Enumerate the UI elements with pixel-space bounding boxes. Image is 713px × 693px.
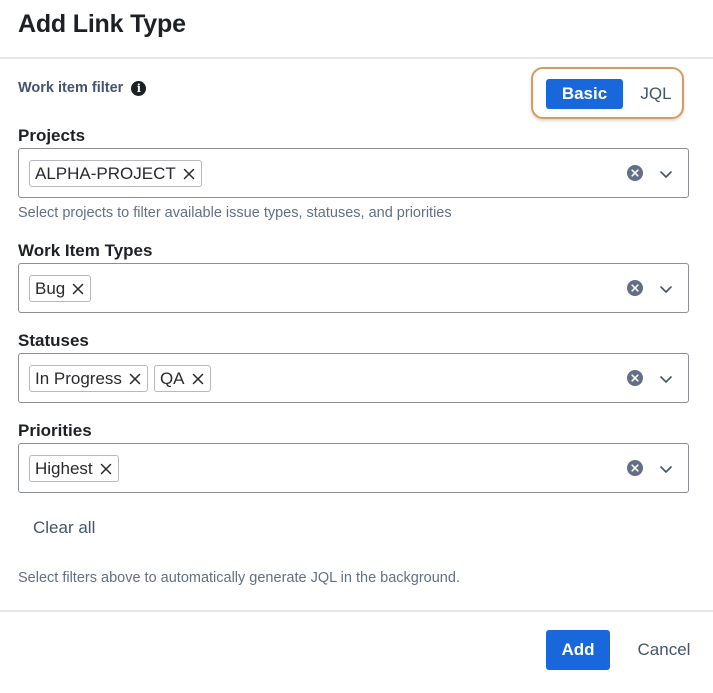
- statuses-chips: In Progress QA: [29, 365, 211, 392]
- info-icon[interactable]: i: [131, 80, 147, 96]
- cancel-button[interactable]: Cancel: [624, 630, 704, 670]
- status-chip-label: In Progress: [35, 368, 122, 388]
- work-item-type-chip-label: Bug: [35, 278, 66, 298]
- remove-chip-icon[interactable]: [191, 372, 205, 386]
- work-item-type-chip: Bug: [29, 275, 92, 302]
- statuses-label: Statuses: [18, 331, 89, 350]
- statuses-select[interactable]: In Progress QA: [18, 353, 689, 403]
- chevron-down-icon[interactable]: [658, 461, 674, 477]
- clear-selection-icon[interactable]: [627, 460, 643, 476]
- clear-selection-icon[interactable]: [627, 165, 643, 181]
- clear-selection-icon[interactable]: [627, 280, 643, 296]
- chevron-down-icon[interactable]: [658, 371, 674, 387]
- dialog-header: Add Link Type: [0, 0, 713, 59]
- jql-helper-text: Select filters above to automatically ge…: [18, 570, 460, 586]
- status-chip-label: QA: [159, 368, 185, 388]
- chevron-down-icon[interactable]: [658, 166, 674, 182]
- work-item-types-chips: Bug: [29, 275, 92, 302]
- work-item-filter-label-row: Work item filter i: [18, 80, 147, 96]
- clear-all-button[interactable]: Clear all: [18, 509, 110, 547]
- project-chip-label: ALPHA-PROJECT: [35, 163, 176, 183]
- remove-chip-icon[interactable]: [99, 462, 113, 476]
- work-item-types-label: Work Item Types: [18, 241, 153, 260]
- priorities-label: Priorities: [18, 421, 92, 440]
- clear-selection-icon[interactable]: [627, 370, 643, 386]
- projects-helper-text: Select projects to filter available issu…: [18, 205, 452, 221]
- add-button[interactable]: Add: [546, 630, 610, 670]
- jql-mode-button[interactable]: JQL: [631, 79, 681, 109]
- add-link-type-dialog: Add Link Type Work item filter i Basic J…: [0, 0, 713, 693]
- project-chip: ALPHA-PROJECT: [29, 160, 202, 187]
- status-chip: QA: [153, 365, 211, 392]
- work-item-filter-label: Work item filter: [18, 80, 124, 96]
- basic-mode-button[interactable]: Basic: [546, 79, 623, 109]
- filter-mode-toggle: Basic JQL: [531, 67, 684, 119]
- priority-chip-label: Highest: [35, 458, 93, 478]
- footer-divider: [0, 610, 713, 612]
- priorities-chips: Highest: [29, 455, 119, 482]
- chevron-down-icon[interactable]: [658, 281, 674, 297]
- priorities-select[interactable]: Highest: [18, 443, 689, 493]
- work-item-types-select[interactable]: Bug: [18, 263, 689, 313]
- projects-select[interactable]: ALPHA-PROJECT: [18, 148, 689, 198]
- projects-label: Projects: [18, 126, 86, 145]
- status-chip: In Progress: [29, 365, 148, 392]
- priority-chip: Highest: [29, 455, 119, 482]
- dialog-title: Add Link Type: [18, 10, 186, 38]
- remove-chip-icon[interactable]: [128, 372, 142, 386]
- remove-chip-icon[interactable]: [182, 167, 196, 181]
- projects-chips: ALPHA-PROJECT: [29, 160, 202, 187]
- remove-chip-icon[interactable]: [71, 282, 85, 296]
